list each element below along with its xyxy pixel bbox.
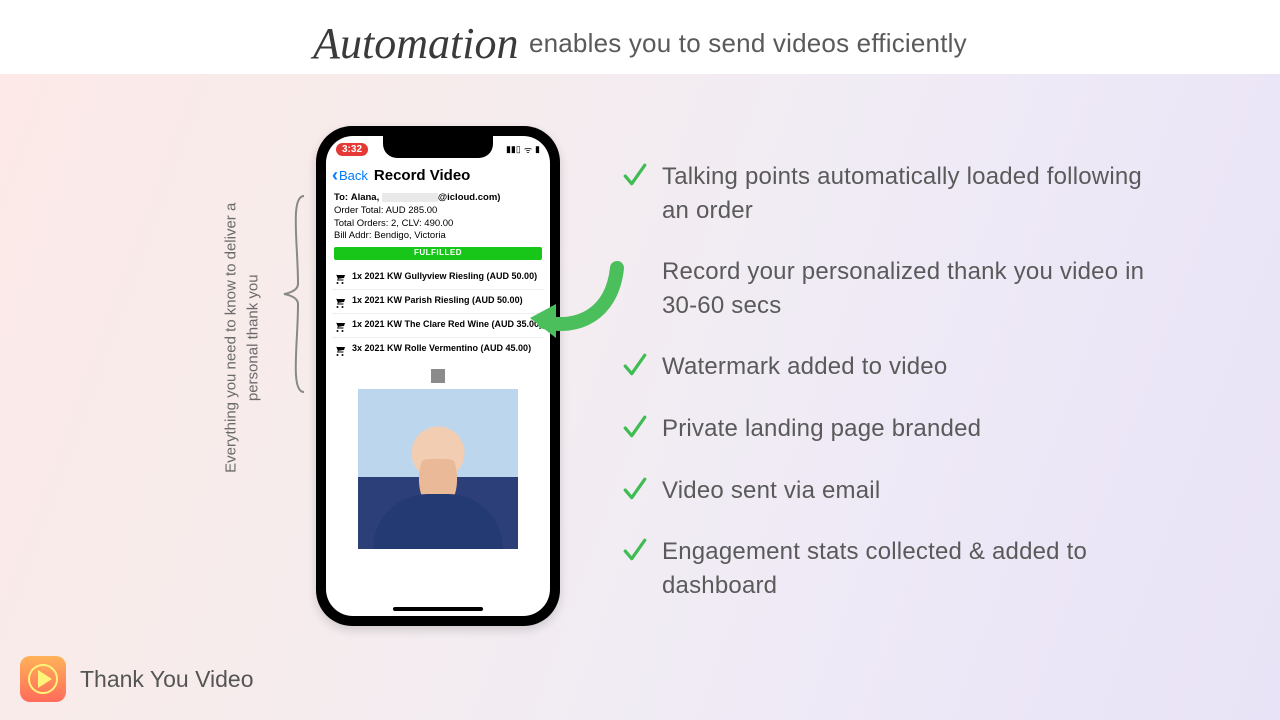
header-plain: enables you to send videos efficiently <box>529 28 967 58</box>
phone-mockup: 3:32 ▮▮▯ ᯤ ▮ ‹ Back Record Video To: <box>316 126 560 626</box>
to-domain: @icloud.com) <box>438 192 501 203</box>
phone-notch <box>383 136 493 158</box>
feature-item: Record your personalized thank you video… <box>622 255 1162 322</box>
feature-item: Talking points automatically loaded foll… <box>622 160 1162 227</box>
main-canvas: Everything you need to know to deliver a… <box>0 74 1280 720</box>
video-preview <box>358 389 518 549</box>
vertical-caption-wrap: Everything you need to know to deliver a… <box>212 176 272 486</box>
meta-order-total: Order Total: AUD 285.00 <box>334 205 542 218</box>
order-item: 3x 2021 KW Rolle Vermentino (AUD 45.00) <box>332 338 544 361</box>
meta-total-orders: Total Orders: 2, CLV: 490.00 <box>334 218 542 231</box>
back-button[interactable]: ‹ Back <box>332 168 368 183</box>
feature-list: Talking points automatically loaded foll… <box>622 160 1162 630</box>
to-label: To: <box>334 192 348 203</box>
brace-icon <box>280 194 310 394</box>
feature-item: Private landing page branded <box>622 412 1162 446</box>
order-item-text: 1x 2021 KW Gullyview Riesling (AUD 50.00… <box>352 271 537 282</box>
phone-screen: 3:32 ▮▮▯ ᯤ ▮ ‹ Back Record Video To: <box>326 136 550 616</box>
signal-icon: ▮▮▯ <box>506 144 521 155</box>
status-time: 3:32 <box>336 143 368 156</box>
feature-text: Video sent via email <box>662 474 880 508</box>
order-item-text: 1x 2021 KW The Clare Red Wine (AUD 35.00… <box>352 319 542 330</box>
feature-text: Private landing page branded <box>662 412 981 446</box>
back-label: Back <box>339 168 368 183</box>
check-icon <box>622 160 648 190</box>
cart-icon <box>334 344 346 356</box>
brand-footer: Thank You Video <box>20 656 254 702</box>
check-icon <box>622 474 648 504</box>
to-name: Alana, <box>351 192 380 203</box>
feature-text: Engagement stats collected & added to da… <box>662 535 1162 602</box>
feature-item: Engagement stats collected & added to da… <box>622 535 1162 602</box>
check-icon <box>622 412 648 442</box>
feature-text: Record your personalized thank you video… <box>662 255 1162 322</box>
fulfilled-badge: FULFILLED <box>334 247 542 260</box>
wifi-icon: ᯤ <box>524 143 532 156</box>
home-indicator <box>393 607 483 611</box>
vertical-caption: Everything you need to know to deliver a… <box>220 188 264 488</box>
play-icon <box>28 664 58 694</box>
cart-icon <box>334 296 346 308</box>
screen-title: Record Video <box>374 167 470 184</box>
feature-text: Watermark added to video <box>662 350 947 384</box>
cart-icon <box>334 272 346 284</box>
cart-icon <box>334 320 346 332</box>
order-item: 1x 2021 KW Gullyview Riesling (AUD 50.00… <box>332 266 544 290</box>
order-meta: To: Alana, @icloud.com) Order Total: AUD… <box>332 192 544 260</box>
brand-name: Thank You Video <box>80 666 254 693</box>
stop-record-button[interactable] <box>431 369 445 383</box>
nav-bar: ‹ Back Record Video <box>326 162 550 188</box>
order-item-text: 1x 2021 KW Parish Riesling (AUD 50.00) <box>352 295 523 306</box>
page-header: Automation enables you to send videos ef… <box>0 0 1280 74</box>
check-icon <box>622 350 648 380</box>
feature-item: Watermark added to video <box>622 350 1162 384</box>
status-icons: ▮▮▯ ᯤ ▮ <box>506 143 540 156</box>
header-script: Automation <box>313 19 518 68</box>
order-item: 1x 2021 KW The Clare Red Wine (AUD 35.00… <box>332 314 544 338</box>
order-item-text: 3x 2021 KW Rolle Vermentino (AUD 45.00) <box>352 343 531 354</box>
chevron-left-icon: ‹ <box>332 169 338 181</box>
feature-item: Video sent via email <box>622 474 1162 508</box>
screen-content: To: Alana, @icloud.com) Order Total: AUD… <box>332 192 544 602</box>
arrow-icon <box>522 260 632 350</box>
meta-bill-addr: Bill Addr: Bendigo, Victoria <box>334 230 542 243</box>
redacted-email <box>382 193 438 202</box>
order-items: 1x 2021 KW Gullyview Riesling (AUD 50.00… <box>332 266 544 361</box>
battery-icon: ▮ <box>535 144 540 155</box>
order-item: 1x 2021 KW Parish Riesling (AUD 50.00) <box>332 290 544 314</box>
feature-text: Talking points automatically loaded foll… <box>662 160 1162 227</box>
brand-icon <box>20 656 66 702</box>
check-icon <box>622 535 648 565</box>
